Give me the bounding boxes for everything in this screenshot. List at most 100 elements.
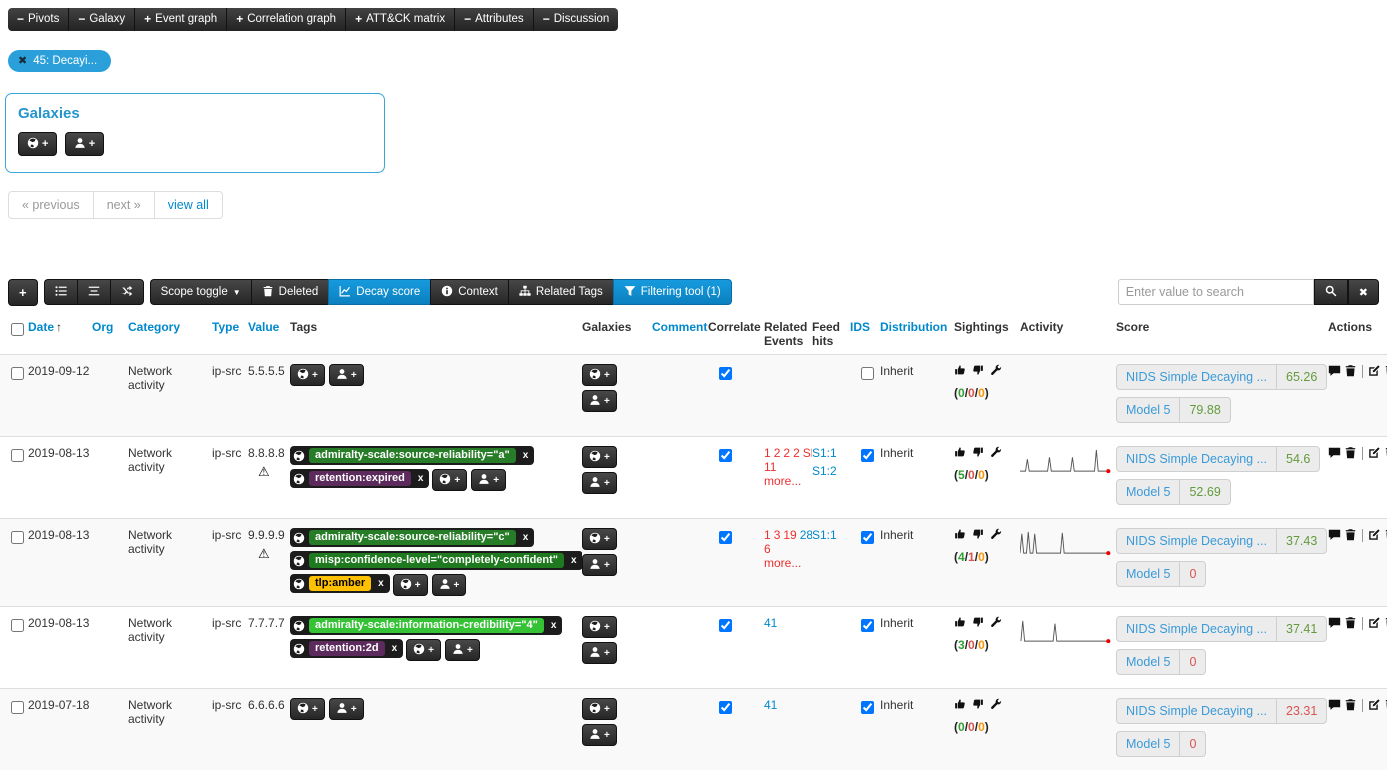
- add-galaxy-button[interactable]: +: [582, 364, 617, 386]
- tag-label[interactable]: admiralty-scale:source-reliability="c": [309, 530, 516, 545]
- delete-action-icon[interactable]: [1344, 617, 1360, 631]
- list-view-button[interactable]: [44, 279, 77, 305]
- add-galaxy-button[interactable]: +: [290, 364, 325, 386]
- filtering-tool-button[interactable]: Filtering tool (1): [613, 279, 732, 305]
- select-all-checkbox[interactable]: [11, 323, 24, 336]
- related-event-link[interactable]: 41: [764, 616, 777, 630]
- correlate-checkbox[interactable]: [719, 367, 732, 380]
- delete-action-icon[interactable]: [1344, 365, 1360, 379]
- condensed-view-button[interactable]: [77, 279, 110, 305]
- edit-action-icon[interactable]: [1368, 365, 1384, 379]
- search-button[interactable]: [1314, 279, 1348, 305]
- related-event-link[interactable]: 1: [764, 446, 771, 460]
- add-galaxy-button[interactable]: +: [582, 616, 617, 638]
- feed-hit-link[interactable]: S1:2: [812, 464, 848, 478]
- ids-checkbox[interactable]: [861, 449, 874, 462]
- globe-icon[interactable]: [293, 473, 305, 485]
- clear-search-button[interactable]: ✖: [1348, 279, 1379, 305]
- delete-action-icon[interactable]: [1344, 699, 1360, 713]
- thumbs-up-icon[interactable]: [954, 698, 966, 712]
- add-galaxy-button[interactable]: +: [432, 469, 467, 491]
- context-button[interactable]: Context: [430, 279, 508, 305]
- edit-action-icon[interactable]: [1368, 529, 1384, 543]
- view-all-button[interactable]: view all: [154, 191, 223, 219]
- edit-action-icon[interactable]: [1368, 699, 1384, 713]
- globe-icon[interactable]: [293, 555, 305, 567]
- edit-action-icon[interactable]: [1368, 447, 1384, 461]
- feed-hit-link[interactable]: S1:1: [812, 528, 848, 542]
- column-header-distribution[interactable]: Distribution: [880, 311, 954, 355]
- nav-tab-att-ck-matrix[interactable]: +ATT&CK matrix: [346, 8, 455, 31]
- nav-tab-pivots[interactable]: −Pivots: [8, 8, 69, 31]
- related-event-link[interactable]: 2: [793, 446, 800, 460]
- previous-page-button[interactable]: « previous: [8, 191, 94, 219]
- add-galaxy-button[interactable]: +: [582, 446, 617, 468]
- tag-label[interactable]: retention:2d: [309, 641, 385, 656]
- nav-tab-attributes[interactable]: −Attributes: [455, 8, 534, 31]
- wrench-icon[interactable]: [990, 446, 1002, 460]
- related-tags-button[interactable]: Related Tags: [508, 279, 613, 305]
- comment-action-icon[interactable]: [1328, 617, 1344, 631]
- add-local-tag-button[interactable]: +: [329, 698, 364, 720]
- add-galaxy-button[interactable]: +: [406, 639, 441, 661]
- add-attribute-button[interactable]: +: [8, 279, 38, 306]
- tag-label[interactable]: tlp:amber: [309, 576, 371, 591]
- related-event-link[interactable]: 2: [774, 446, 781, 460]
- comment-action-icon[interactable]: [1328, 447, 1344, 461]
- row-select-checkbox[interactable]: [11, 619, 24, 632]
- remove-tag-icon[interactable]: x: [520, 532, 532, 543]
- correlate-checkbox[interactable]: [719, 531, 732, 544]
- related-event-link[interactable]: 28: [800, 528, 812, 542]
- nav-tab-galaxy[interactable]: −Galaxy: [69, 8, 135, 31]
- thumbs-down-icon[interactable]: [972, 528, 984, 542]
- tag-label[interactable]: admiralty-scale:source-reliability="a": [309, 448, 516, 463]
- thumbs-up-icon[interactable]: [954, 616, 966, 630]
- add-galaxy-button[interactable]: +: [18, 132, 57, 156]
- edit-action-icon[interactable]: [1368, 617, 1384, 631]
- remove-tag-icon[interactable]: x: [375, 578, 387, 589]
- row-select-checkbox[interactable]: [11, 531, 24, 544]
- wrench-icon[interactable]: [990, 364, 1002, 378]
- column-header-category[interactable]: Category: [128, 311, 212, 355]
- add-local-galaxy-button[interactable]: +: [582, 642, 617, 664]
- thumbs-down-icon[interactable]: [972, 616, 984, 630]
- column-header-comment[interactable]: Comment: [652, 311, 708, 355]
- thumbs-up-icon[interactable]: [954, 446, 966, 460]
- tag-label[interactable]: misp:confidence-level="completely-confid…: [309, 553, 564, 568]
- shuffle-view-button[interactable]: [110, 279, 144, 305]
- correlate-checkbox[interactable]: [719, 449, 732, 462]
- correlate-checkbox[interactable]: [719, 701, 732, 714]
- add-local-galaxy-button[interactable]: +: [582, 724, 617, 746]
- remove-tag-icon[interactable]: x: [415, 473, 427, 484]
- deleted-button[interactable]: Deleted: [251, 279, 329, 305]
- delete-action-icon[interactable]: [1344, 529, 1360, 543]
- comment-action-icon[interactable]: [1328, 699, 1344, 713]
- add-galaxy-button[interactable]: +: [393, 574, 428, 596]
- remove-tag-icon[interactable]: x: [548, 620, 560, 631]
- nav-tab-discussion[interactable]: −Discussion: [534, 8, 619, 31]
- nav-tab-correlation-graph[interactable]: +Correlation graph: [227, 8, 346, 31]
- add-galaxy-button[interactable]: +: [290, 698, 325, 720]
- add-galaxy-button[interactable]: +: [582, 528, 617, 550]
- feed-hit-link[interactable]: S1:1: [812, 446, 848, 460]
- row-select-checkbox[interactable]: [11, 701, 24, 714]
- comment-action-icon[interactable]: [1328, 529, 1344, 543]
- add-local-galaxy-button[interactable]: +: [582, 390, 617, 412]
- thumbs-down-icon[interactable]: [972, 364, 984, 378]
- tag-label[interactable]: retention:expired: [309, 471, 411, 486]
- correlate-checkbox[interactable]: [719, 619, 732, 632]
- related-event-link[interactable]: 3: [774, 528, 781, 542]
- ids-checkbox[interactable]: [861, 531, 874, 544]
- comment-action-icon[interactable]: [1328, 365, 1344, 379]
- globe-icon[interactable]: [293, 578, 305, 590]
- decay-score-button[interactable]: Decay score: [328, 279, 430, 305]
- related-event-link[interactable]: 19: [783, 528, 796, 542]
- add-local-tag-button[interactable]: +: [471, 469, 506, 491]
- add-local-galaxy-button[interactable]: +: [582, 472, 617, 494]
- remove-tag-icon[interactable]: x: [389, 643, 401, 654]
- scope-toggle-button[interactable]: Scope toggle ▼: [150, 279, 251, 305]
- related-event-link[interactable]: 2: [783, 446, 790, 460]
- column-header-ids[interactable]: IDS: [850, 311, 880, 355]
- row-select-checkbox[interactable]: [11, 367, 24, 380]
- add-local-galaxy-button[interactable]: +: [65, 132, 104, 156]
